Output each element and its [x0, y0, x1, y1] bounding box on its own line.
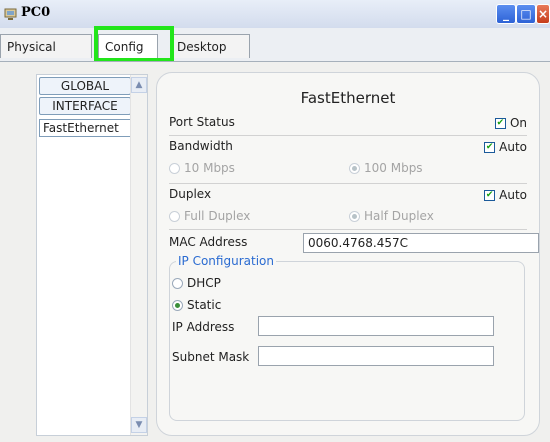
fastethernet-panel: FastEthernet Port Status ✔ On Bandwidth … — [156, 72, 540, 436]
radio-icon — [169, 162, 180, 174]
port-status-label: Port Status — [169, 115, 235, 129]
subnet-mask-input[interactable] — [258, 346, 494, 366]
sidebar-item-label: FastEthernet — [43, 121, 119, 135]
port-status-on-label: On — [509, 116, 527, 130]
chevron-up-icon: ▲ — [135, 80, 143, 90]
close-button[interactable]: × — [536, 4, 550, 24]
title-bar: PC0 _ □ × — [0, 0, 550, 29]
tab-config-label: Config — [105, 39, 144, 54]
tab-config[interactable]: Config — [98, 34, 158, 58]
sidebar-item-label: INTERFACE — [52, 99, 118, 113]
ip-address-input[interactable] — [258, 316, 494, 336]
sidebar-item-interface[interactable]: INTERFACE — [39, 97, 131, 115]
radio-selected-icon — [172, 299, 183, 311]
close-icon: × — [537, 7, 549, 21]
chevron-down-icon: ▼ — [135, 420, 143, 430]
bandwidth-10-radio[interactable]: 10 Mbps — [169, 161, 235, 175]
static-radio[interactable]: Static — [172, 298, 221, 312]
bandwidth-label: Bandwidth — [169, 139, 233, 153]
bandwidth-100-radio[interactable]: 100 Mbps — [349, 161, 423, 175]
port-status-checkbox[interactable]: ✔ On — [494, 116, 527, 130]
window-title: PC0 — [21, 5, 51, 20]
checkbox-checked-icon: ✔ — [484, 141, 496, 153]
port-status-row: Port Status ✔ On — [169, 113, 527, 133]
checkbox-checked-icon: ✔ — [484, 189, 496, 201]
bandwidth-10-label: 10 Mbps — [184, 161, 235, 175]
radio-selected-icon — [349, 162, 360, 174]
maximize-icon: □ — [520, 7, 532, 21]
subnet-mask-label: Subnet Mask — [172, 350, 250, 364]
tab-desktop[interactable]: Desktop — [170, 34, 250, 58]
maximize-button[interactable]: □ — [516, 4, 536, 24]
static-label: Static — [187, 298, 222, 312]
ip-configuration-group: IP Configuration DHCP Static IP Address … — [169, 254, 525, 421]
duplex-options-row: Full Duplex Half Duplex — [169, 207, 527, 227]
bandwidth-auto-checkbox[interactable]: ✔ Auto — [484, 140, 527, 154]
config-sidebar: GLOBAL INTERFACE FastEthernet ▲ ▼ — [36, 74, 148, 436]
scroll-down-button[interactable]: ▼ — [131, 417, 147, 433]
radio-selected-icon — [349, 210, 360, 222]
mac-address-field[interactable]: 0060.4768.457C — [303, 233, 539, 253]
duplex-auto-label: Auto — [499, 188, 527, 202]
divider — [169, 183, 527, 184]
sidebar-item-fastethernet[interactable]: FastEthernet — [39, 119, 133, 137]
divider — [169, 135, 527, 136]
tab-physical-label: Physical — [7, 39, 56, 54]
radio-icon — [169, 210, 180, 222]
pc-icon — [4, 8, 17, 20]
minimize-button[interactable]: _ — [496, 4, 516, 24]
tab-physical[interactable]: Physical — [0, 34, 92, 58]
tab-bar: Physical Config Desktop — [0, 28, 550, 61]
duplex-half-label: Half Duplex — [364, 209, 434, 223]
bandwidth-100-label: 100 Mbps — [364, 161, 423, 175]
bandwidth-options-row: 10 Mbps 100 Mbps — [169, 159, 527, 179]
tab-desktop-label: Desktop — [177, 39, 227, 54]
minimize-icon: _ — [503, 7, 509, 21]
sidebar-item-label: GLOBAL — [60, 79, 110, 93]
duplex-label: Duplex — [169, 187, 212, 201]
mac-row: MAC Address 0060.4768.457C — [169, 233, 539, 253]
sidebar-scrollbar[interactable]: ▲ ▼ — [130, 75, 147, 435]
dhcp-radio[interactable]: DHCP — [172, 276, 221, 290]
bandwidth-auto-label: Auto — [499, 140, 527, 154]
duplex-auto-checkbox[interactable]: ✔ Auto — [484, 188, 527, 202]
panel-title: FastEthernet — [300, 89, 396, 107]
sidebar-item-global[interactable]: GLOBAL — [39, 77, 131, 95]
duplex-half-radio[interactable]: Half Duplex — [349, 209, 434, 223]
ip-address-label: IP Address — [172, 320, 235, 334]
mac-label: MAC Address — [169, 235, 248, 249]
checkbox-checked-icon: ✔ — [494, 117, 506, 129]
ip-configuration-legend: IP Configuration — [176, 254, 276, 268]
bandwidth-row: Bandwidth ✔ Auto — [169, 137, 527, 157]
radio-icon — [172, 277, 183, 289]
duplex-full-label: Full Duplex — [184, 209, 251, 223]
duplex-full-radio[interactable]: Full Duplex — [169, 209, 250, 223]
duplex-row: Duplex ✔ Auto — [169, 185, 527, 205]
scroll-up-button[interactable]: ▲ — [131, 77, 147, 93]
dhcp-label: DHCP — [187, 276, 221, 290]
divider — [169, 229, 527, 230]
